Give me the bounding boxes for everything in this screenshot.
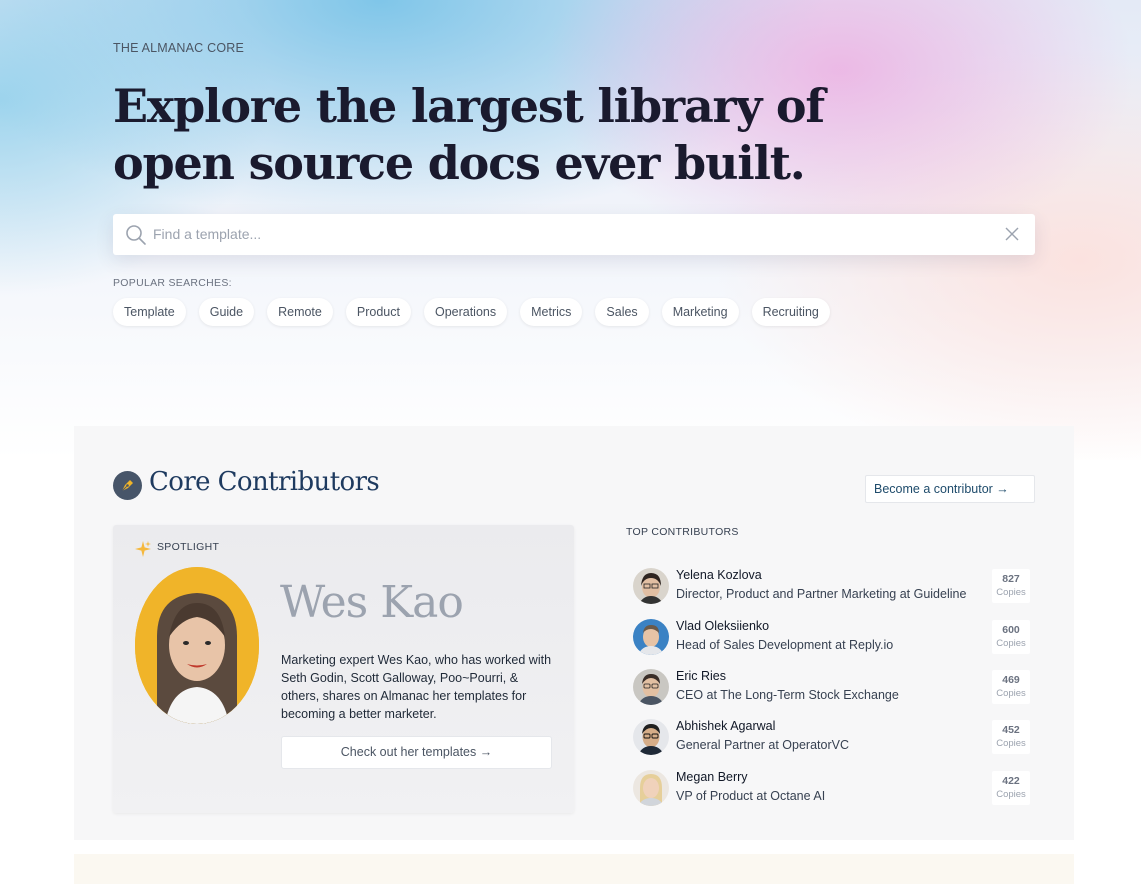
- copies-badge: 452 Copies: [992, 720, 1030, 754]
- contributor-role: CEO at The Long-Term Stock Exchange: [676, 688, 899, 702]
- contributor-role: Director, Product and Partner Marketing …: [676, 587, 967, 601]
- contributor-role: Head of Sales Development at Reply.io: [676, 638, 894, 652]
- spotlight-label: SPOTLIGHT: [157, 541, 220, 553]
- avatar: [633, 770, 669, 806]
- section-title: Core Contributors: [149, 467, 380, 497]
- check-templates-button[interactable]: Check out her templates →: [281, 736, 552, 769]
- avatar: [633, 568, 669, 604]
- pen-nib-icon: [113, 471, 142, 500]
- copies-count: 452: [1002, 724, 1020, 736]
- avatar: [633, 619, 669, 655]
- search-chip-guide[interactable]: Guide: [198, 298, 255, 326]
- search-chip-template[interactable]: Template: [113, 298, 186, 326]
- search-chip-product[interactable]: Product: [345, 298, 411, 326]
- next-section: [74, 854, 1074, 884]
- page-headline: Explore the largest library of open sour…: [113, 79, 825, 190]
- spotlight-name: Wes Kao: [280, 577, 464, 628]
- search-bar[interactable]: [113, 214, 1035, 255]
- copies-unit: Copies: [996, 789, 1026, 800]
- copies-count: 422: [1002, 775, 1020, 787]
- contributor-name: Vlad Oleksiienko: [676, 619, 770, 633]
- contributor-name: Megan Berry: [676, 770, 748, 784]
- search-input[interactable]: [153, 222, 993, 246]
- contributor-role: VP of Product at Octane AI: [676, 789, 826, 803]
- contributor-row[interactable]: Eric Ries CEO at The Long-Term Stock Exc…: [626, 664, 1036, 710]
- copies-count: 827: [1002, 573, 1020, 585]
- spotlight-description: Marketing expert Wes Kao, who has worked…: [281, 653, 552, 721]
- copies-unit: Copies: [996, 638, 1026, 649]
- search-chip-metrics[interactable]: Metrics: [520, 298, 583, 326]
- copies-badge: 600 Copies: [992, 620, 1030, 654]
- avatar: [633, 719, 669, 755]
- sparkle-icon: [134, 540, 152, 563]
- copies-badge: 422 Copies: [992, 771, 1030, 805]
- spotlight-avatar: [135, 567, 259, 724]
- copies-count: 469: [1002, 674, 1020, 686]
- copies-unit: Copies: [996, 587, 1026, 598]
- contributor-row[interactable]: Megan Berry VP of Product at Octane AI 4…: [626, 765, 1036, 811]
- popular-searches-list: Template Guide Remote Product Operations…: [113, 298, 830, 326]
- contributor-name: Eric Ries: [676, 669, 727, 683]
- search-chip-recruiting[interactable]: Recruiting: [751, 298, 830, 326]
- copies-badge: 827 Copies: [992, 569, 1030, 603]
- search-chip-operations[interactable]: Operations: [423, 298, 508, 326]
- search-chip-marketing[interactable]: Marketing: [661, 298, 739, 326]
- contributor-row[interactable]: Vlad Oleksiienko Head of Sales Developme…: [626, 614, 1036, 660]
- popular-searches-label: POPULAR SEARCHES:: [113, 277, 232, 289]
- become-contributor-button[interactable]: Become a contributor →: [865, 475, 1035, 503]
- top-contributors-label: TOP CONTRIBUTORS: [626, 526, 739, 538]
- contributor-row[interactable]: Abhishek Agarwal General Partner at Oper…: [626, 714, 1036, 760]
- contributor-row[interactable]: Yelena Kozlova Director, Product and Par…: [626, 563, 1036, 609]
- search-chip-remote[interactable]: Remote: [267, 298, 333, 326]
- contributor-role: General Partner at OperatorVC: [676, 738, 849, 752]
- contributor-name: Yelena Kozlova: [676, 568, 762, 582]
- search-chip-sales[interactable]: Sales: [595, 298, 649, 326]
- search-icon: [125, 224, 147, 251]
- close-icon[interactable]: [1004, 226, 1020, 247]
- avatar: [633, 669, 669, 705]
- copies-count: 600: [1002, 624, 1020, 636]
- copies-unit: Copies: [996, 738, 1026, 749]
- eyebrow-label: THE ALMANAC CORE: [113, 41, 245, 55]
- contributor-name: Abhishek Agarwal: [676, 719, 776, 733]
- copies-badge: 469 Copies: [992, 670, 1030, 704]
- copies-unit: Copies: [996, 688, 1026, 699]
